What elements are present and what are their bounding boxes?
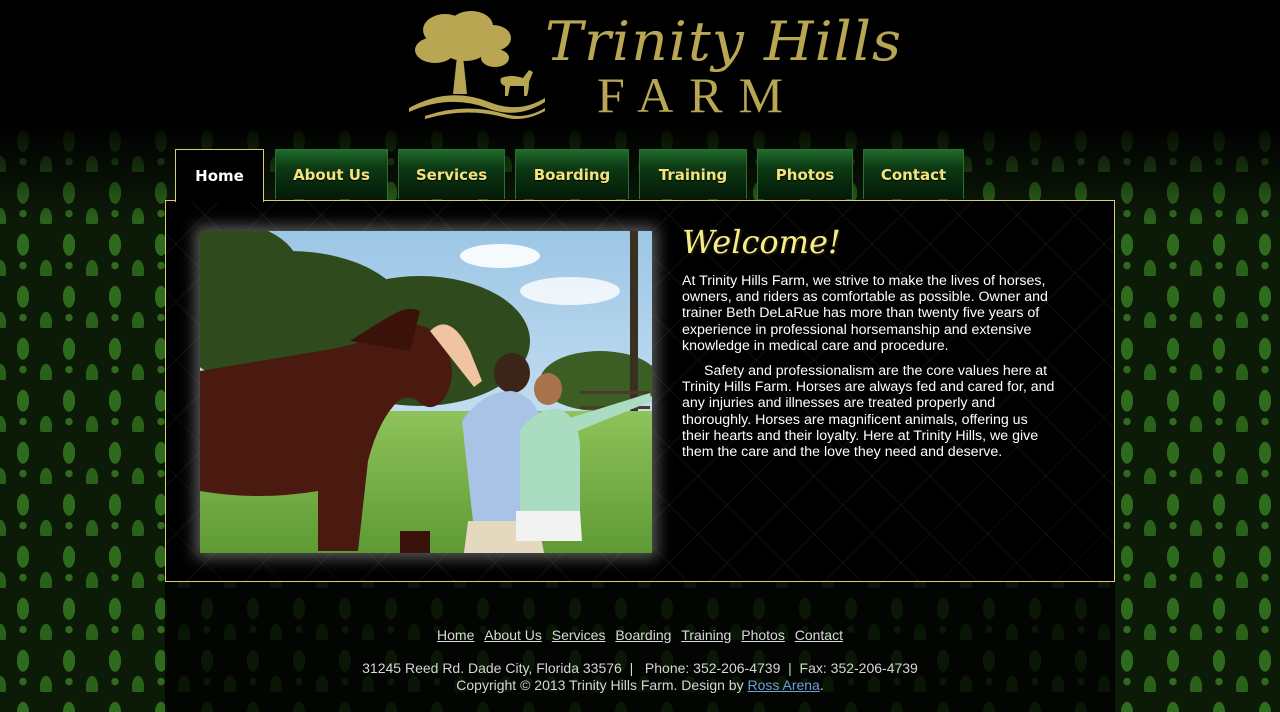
site-logo[interactable]: Trinity Hills FARM (405, 8, 901, 123)
tab-about-us[interactable]: About Us (275, 149, 388, 199)
footer-links: Home About Us Services Boarding Training… (165, 627, 1115, 643)
footer-link-home[interactable]: Home (437, 627, 474, 643)
footer-copyright: Copyright © 2013 Trinity Hills Farm. Des… (456, 677, 744, 693)
designer-link[interactable]: Ross Arena (747, 677, 819, 693)
photo-illustration (200, 231, 652, 553)
tab-contact[interactable]: Contact (863, 149, 964, 199)
footer: Home About Us Services Boarding Training… (165, 582, 1115, 712)
logo-script-text: Trinity Hills (545, 10, 903, 73)
content-panel: Welcome! At Trinity Hills Farm, we striv… (165, 200, 1115, 582)
tree-horse-logo-icon (409, 11, 545, 119)
footer-link-photos[interactable]: Photos (741, 627, 785, 643)
footer-link-boarding[interactable]: Boarding (615, 627, 671, 643)
footer-period: . (819, 677, 824, 693)
tab-photos[interactable]: Photos (757, 149, 853, 199)
tab-training[interactable]: Training (639, 149, 747, 199)
welcome-heading: Welcome! (682, 223, 841, 261)
values-paragraph: Safety and professionalism are the core … (682, 363, 1055, 461)
tab-services[interactable]: Services (398, 149, 505, 199)
footer-link-services[interactable]: Services (552, 627, 606, 643)
horse-photo (200, 231, 652, 553)
intro-paragraph: At Trinity Hills Farm, we strive to make… (682, 273, 1048, 354)
tab-home[interactable]: Home (175, 149, 264, 202)
footer-address: 31245 Reed Rd. Dade City, Florida 33576 … (362, 660, 918, 676)
footer-link-contact[interactable]: Contact (795, 627, 843, 643)
footer-copyright-line: Copyright © 2013 Trinity Hills Farm. Des… (165, 677, 1115, 694)
footer-link-training[interactable]: Training (681, 627, 731, 643)
footer-link-about-us[interactable]: About Us (484, 627, 542, 643)
logo-farm-text: FARM (597, 67, 800, 123)
tab-boarding[interactable]: Boarding (515, 149, 629, 199)
footer-info: 31245 Reed Rd. Dade City, Florida 33576 … (165, 660, 1115, 694)
